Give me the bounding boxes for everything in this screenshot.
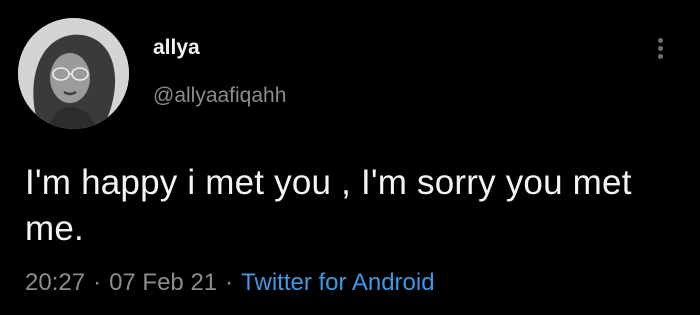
more-vertical-icon-dot xyxy=(658,46,663,51)
user-handle[interactable]: @allyaafiqahh xyxy=(153,84,286,108)
meta-separator: · xyxy=(93,269,102,296)
avatar[interactable] xyxy=(18,18,129,129)
meta-separator: · xyxy=(225,269,234,296)
more-vertical-icon xyxy=(658,38,663,43)
display-name[interactable]: allya xyxy=(153,36,200,60)
tweet-metadata: 20:27 · 07 Feb 21 · Twitter for Android xyxy=(25,268,435,298)
tweet-source-link[interactable]: Twitter for Android xyxy=(241,269,434,296)
tweet-card: allya @allyaafiqahh I'm happy i met you … xyxy=(0,0,700,315)
more-options-button[interactable] xyxy=(647,30,673,66)
avatar-image xyxy=(18,18,129,129)
tweet-date: 07 Feb 21 xyxy=(109,269,218,296)
tweet-time: 20:27 xyxy=(25,269,86,296)
tweet-text: I'm happy i met you , I'm sorry you met … xyxy=(25,163,632,248)
more-vertical-icon-dot xyxy=(658,54,663,59)
